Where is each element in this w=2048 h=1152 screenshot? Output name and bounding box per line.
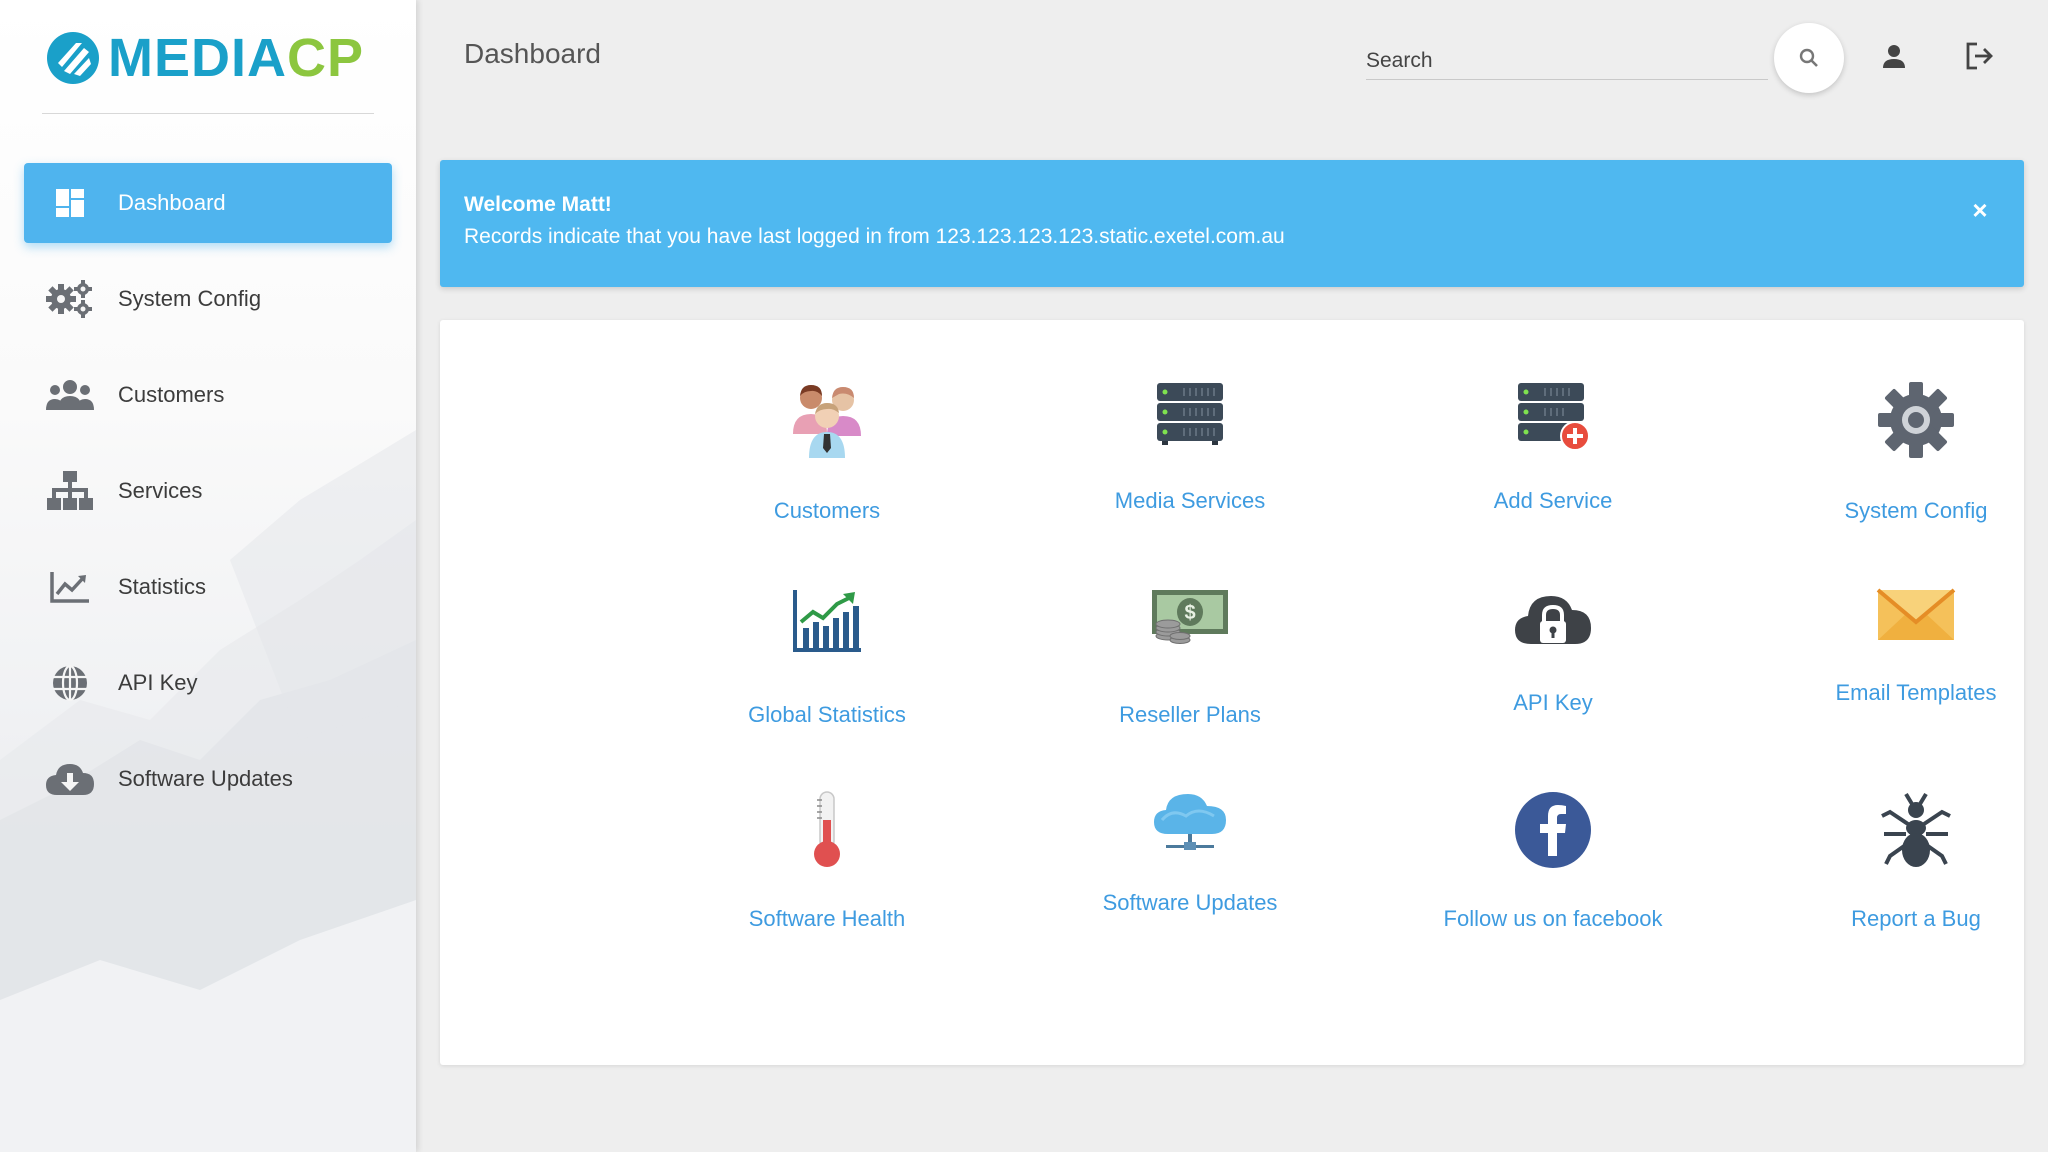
- users-icon: [44, 369, 96, 421]
- sidebar-item-label: Services: [118, 478, 203, 503]
- sidebar-item-api-key[interactable]: API Key: [24, 643, 392, 723]
- customers-group-icon: [787, 380, 867, 460]
- search-input[interactable]: [1366, 38, 1768, 78]
- server-icon: [1154, 380, 1226, 446]
- bug-icon: [1876, 790, 1956, 870]
- logo-divider: [42, 113, 374, 114]
- svg-text:$: $: [1184, 602, 1195, 624]
- cloud-network-icon: [1152, 790, 1228, 856]
- tile-add-service[interactable]: Add Service: [1403, 380, 1703, 550]
- sidebar-item-label: Dashboard: [118, 190, 226, 215]
- tile-label: Customers: [773, 498, 881, 523]
- tile-label: Global Statistics: [748, 702, 906, 727]
- tile-system-config[interactable]: System Config: [1766, 380, 2048, 550]
- sidebar-item-label: Statistics: [118, 574, 207, 599]
- cloud-download-icon: [44, 753, 96, 805]
- tile-label: Media Services: [1114, 488, 1266, 513]
- page-title: Dashboard: [464, 38, 601, 69]
- gear-icon: [1876, 380, 1956, 460]
- tile-label: Software Health: [748, 906, 906, 931]
- bar-chart-icon: [791, 588, 863, 654]
- sidebar-item-label: System Config: [118, 286, 262, 311]
- thermometer-icon: [807, 790, 847, 870]
- sidebar-item-label: Customers: [118, 382, 225, 407]
- sidebar-item-software-updates[interactable]: Software Updates: [24, 739, 392, 819]
- sitemap-icon: [44, 465, 96, 517]
- mediacp-logo[interactable]: MEDIACP: [46, 28, 364, 88]
- sidebar-item-services[interactable]: Services: [24, 451, 392, 531]
- tile-label: Reseller Plans: [1119, 702, 1261, 727]
- tile-customers[interactable]: Customers: [677, 380, 977, 550]
- sidebar-item-statistics[interactable]: Statistics: [24, 547, 392, 627]
- sidebar-item-system-config[interactable]: System Config: [24, 259, 392, 339]
- tile-label: Software Updates: [1102, 890, 1278, 915]
- tile-email-templates[interactable]: Email Templates: [1766, 588, 2048, 758]
- server-add-icon: [1515, 380, 1591, 452]
- dashboard-shortcuts-card: Customers Media Services Add Service Sys…: [440, 320, 2024, 1065]
- logout-icon: [1966, 42, 1993, 70]
- tile-software-updates[interactable]: Software Updates: [1040, 790, 1340, 960]
- dashboard-icon: [44, 177, 96, 229]
- envelope-icon: [1876, 588, 1956, 642]
- tile-global-statistics[interactable]: Global Statistics: [677, 588, 977, 758]
- tile-label: Report a Bug: [1851, 906, 1981, 931]
- tile-software-health[interactable]: Software Health: [677, 790, 977, 960]
- account-button[interactable]: [1874, 36, 1914, 76]
- tile-label: Add Service: [1493, 488, 1613, 513]
- tile-label: Follow us on facebook: [1443, 906, 1663, 931]
- sidebar-item-dashboard[interactable]: Dashboard: [24, 163, 392, 243]
- search-field: [1366, 38, 1768, 80]
- welcome-alert: Welcome Matt! Records indicate that you …: [440, 160, 2024, 287]
- alert-message: Records indicate that you have last logg…: [464, 225, 1285, 248]
- tile-reseller-plans[interactable]: $ Reseller Plans: [1040, 588, 1340, 758]
- alert-close-button[interactable]: ×: [1968, 195, 1992, 225]
- tile-label: System Config: [1844, 498, 1988, 523]
- facebook-icon: [1513, 790, 1593, 870]
- logout-button[interactable]: [1960, 36, 2000, 76]
- sidebar-item-label: Software Updates: [118, 766, 293, 791]
- globe-icon: [44, 657, 96, 709]
- alert-title: Welcome Matt!: [464, 193, 612, 216]
- tile-label: Email Templates: [1835, 680, 1997, 705]
- search-icon: [1799, 48, 1818, 67]
- sidebar-item-label: API Key: [118, 670, 198, 695]
- sidebar: MEDIACP Dashboard System Config Customer…: [0, 0, 416, 1152]
- close-icon: ×: [1972, 194, 1988, 225]
- tile-api-key[interactable]: API Key: [1403, 588, 1703, 758]
- user-icon: [1883, 45, 1905, 68]
- tile-media-services[interactable]: Media Services: [1040, 380, 1340, 550]
- tile-label: API Key: [1513, 690, 1593, 715]
- mediacp-logo-icon: [47, 32, 99, 84]
- search-button[interactable]: [1774, 23, 1844, 93]
- tile-follow-facebook[interactable]: Follow us on facebook: [1403, 790, 1703, 960]
- sidebar-nav: Dashboard System Config Customers Servic…: [24, 163, 392, 835]
- sidebar-item-customers[interactable]: Customers: [24, 355, 392, 435]
- cloud-lock-icon: [1513, 588, 1593, 654]
- logo-wordmark: MEDIACP: [108, 28, 365, 88]
- gears-icon: [44, 273, 96, 325]
- line-chart-icon: [44, 561, 96, 613]
- tile-report-bug[interactable]: Report a Bug: [1766, 790, 2048, 960]
- money-icon: $: [1150, 588, 1230, 644]
